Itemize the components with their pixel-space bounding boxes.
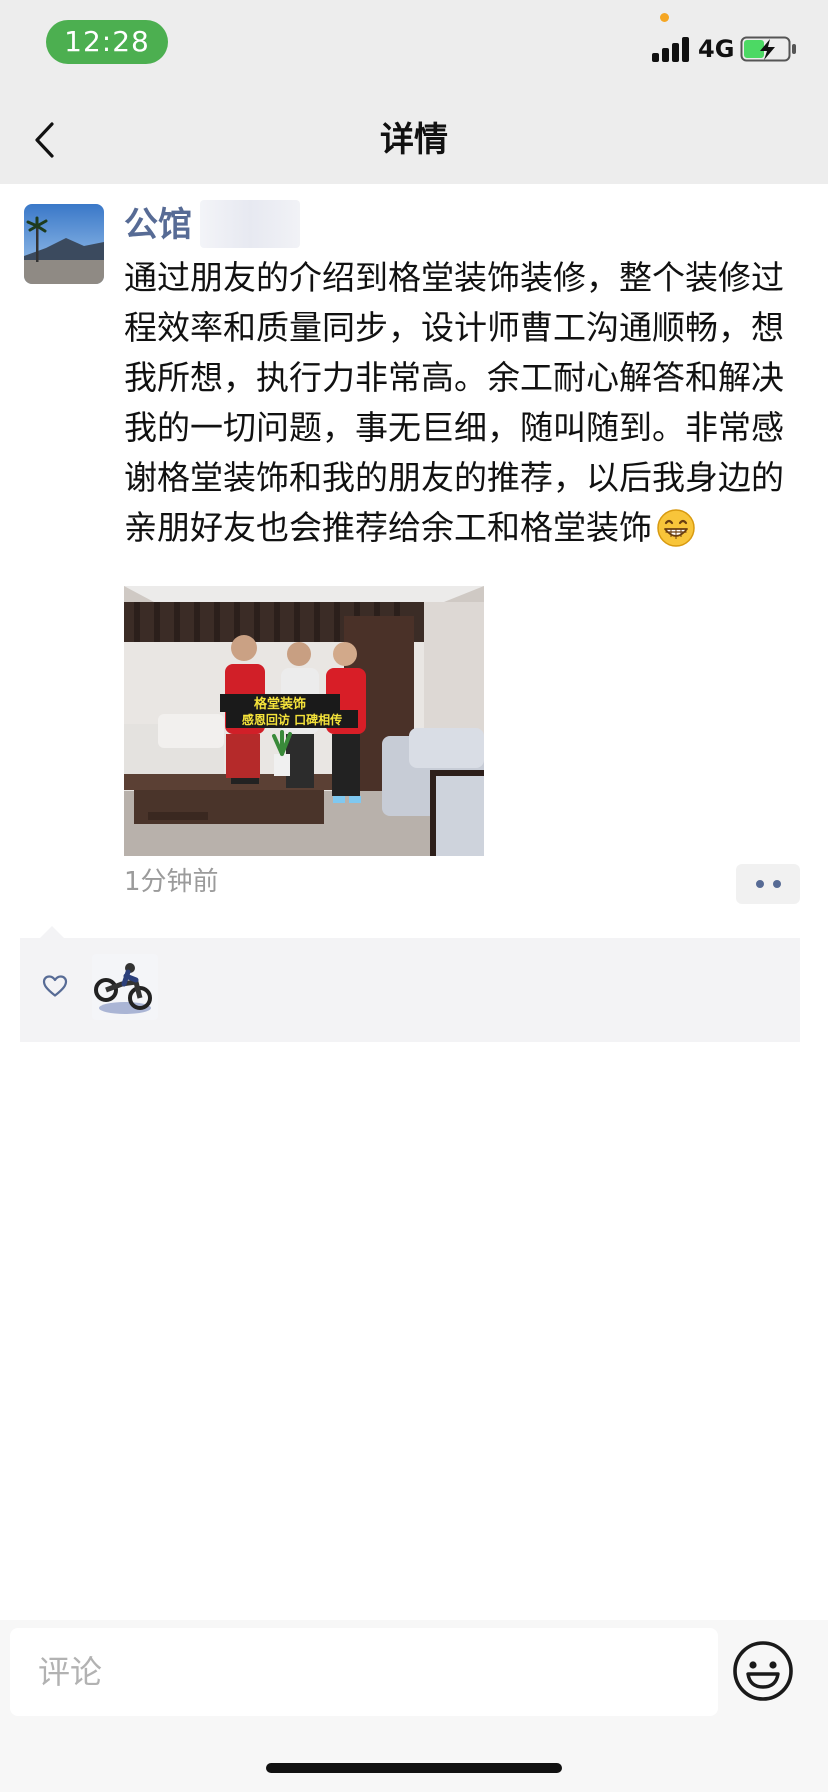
author-name[interactable]: 公馆 — [124, 202, 192, 248]
post-text-body: 通过朋友的介绍到格堂装饰装修，整个装修过程效率和质量同步，设计师曹工沟通顺畅，想… — [124, 258, 784, 547]
author-avatar[interactable] — [24, 204, 104, 284]
grinning-face-emoji — [657, 509, 695, 547]
home-indicator — [266, 1763, 562, 1773]
comment-input[interactable] — [10, 1628, 718, 1716]
battery-charging-icon — [740, 36, 796, 62]
heart-outline-icon — [42, 975, 68, 997]
photo-banner-bottom: 感恩回访 口碑相传 — [242, 712, 342, 727]
photo-banner-top: 格堂装饰 — [254, 696, 306, 712]
post-photo[interactable]: 格堂装饰 感恩回访 口碑相传 — [124, 586, 484, 856]
post-timestamp: 1分钟前 — [124, 867, 219, 897]
page-title: 详情 — [380, 120, 448, 160]
status-time: 12:28 — [46, 20, 168, 64]
motorcycle-avatar[interactable] — [92, 954, 158, 1020]
name-redaction-blur — [200, 200, 300, 248]
signal-bars-icon — [652, 36, 692, 62]
more-dots-icon[interactable] — [736, 864, 800, 904]
network-type: 4G — [698, 35, 735, 63]
like-box-arrow — [40, 926, 64, 938]
post-text: 通过朋友的介绍到格堂装饰装修，整个装修过程效率和质量同步，设计师曹工沟通顺畅，想… — [124, 253, 804, 553]
smiley-face-icon[interactable] — [732, 1640, 794, 1702]
privacy-indicator-dot — [660, 13, 669, 22]
